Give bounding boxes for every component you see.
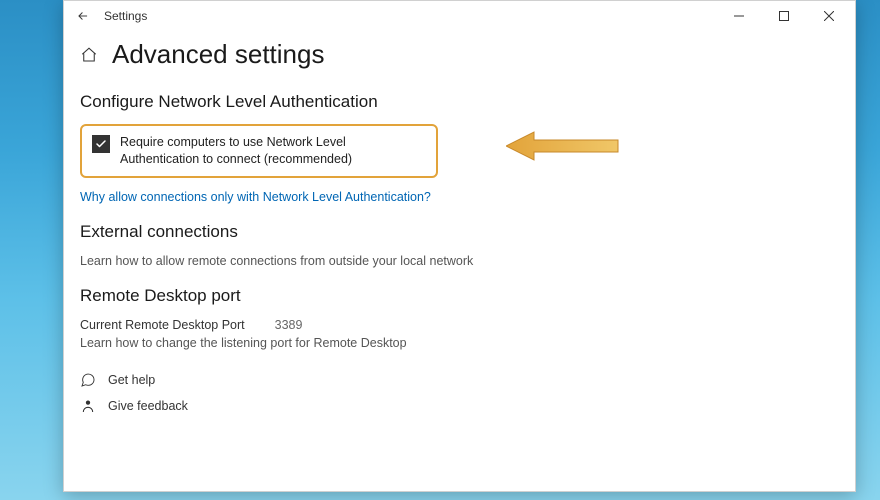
maximize-button[interactable] [761,1,806,31]
nla-checkbox[interactable] [92,135,110,153]
feedback-link[interactable]: Give feedback [80,398,839,414]
get-help-link[interactable]: Get help [80,372,839,388]
home-icon [80,46,98,64]
feedback-label: Give feedback [108,399,188,413]
external-desc: Learn how to allow remote connections fr… [80,254,839,268]
content-area: Advanced settings Configure Network Leve… [64,31,855,424]
feedback-icon [80,398,96,414]
back-button[interactable] [74,9,92,23]
chat-help-icon [80,372,96,388]
nla-help-link[interactable]: Why allow connections only with Network … [80,190,839,204]
external-heading: External connections [80,222,839,242]
close-button[interactable] [806,1,851,31]
rdp-desc: Learn how to change the listening port f… [80,336,839,350]
checkmark-icon [95,138,107,150]
titlebar: Settings [64,1,855,31]
settings-window: Settings Advanced settings Configure Net… [63,0,856,492]
footer-links: Get help Give feedback [80,372,839,414]
page-title: Advanced settings [112,39,324,70]
get-help-label: Get help [108,373,155,387]
maximize-icon [779,11,789,21]
minimize-icon [734,11,744,21]
minimize-button[interactable] [716,1,761,31]
nla-heading: Configure Network Level Authentication [80,92,839,112]
nla-checkbox-row[interactable]: Require computers to use Network Level A… [80,124,438,178]
rdp-port-label: Current Remote Desktop Port [80,318,245,332]
rdp-heading: Remote Desktop port [80,286,839,306]
rdp-port-row: Current Remote Desktop Port 3389 [80,318,839,332]
home-button[interactable] [80,46,98,64]
page-header: Advanced settings [80,39,839,70]
rdp-port-value: 3389 [275,318,303,332]
nla-checkbox-label: Require computers to use Network Level A… [120,134,426,168]
close-icon [824,11,834,21]
window-title: Settings [104,9,147,23]
arrow-left-icon [76,9,90,23]
